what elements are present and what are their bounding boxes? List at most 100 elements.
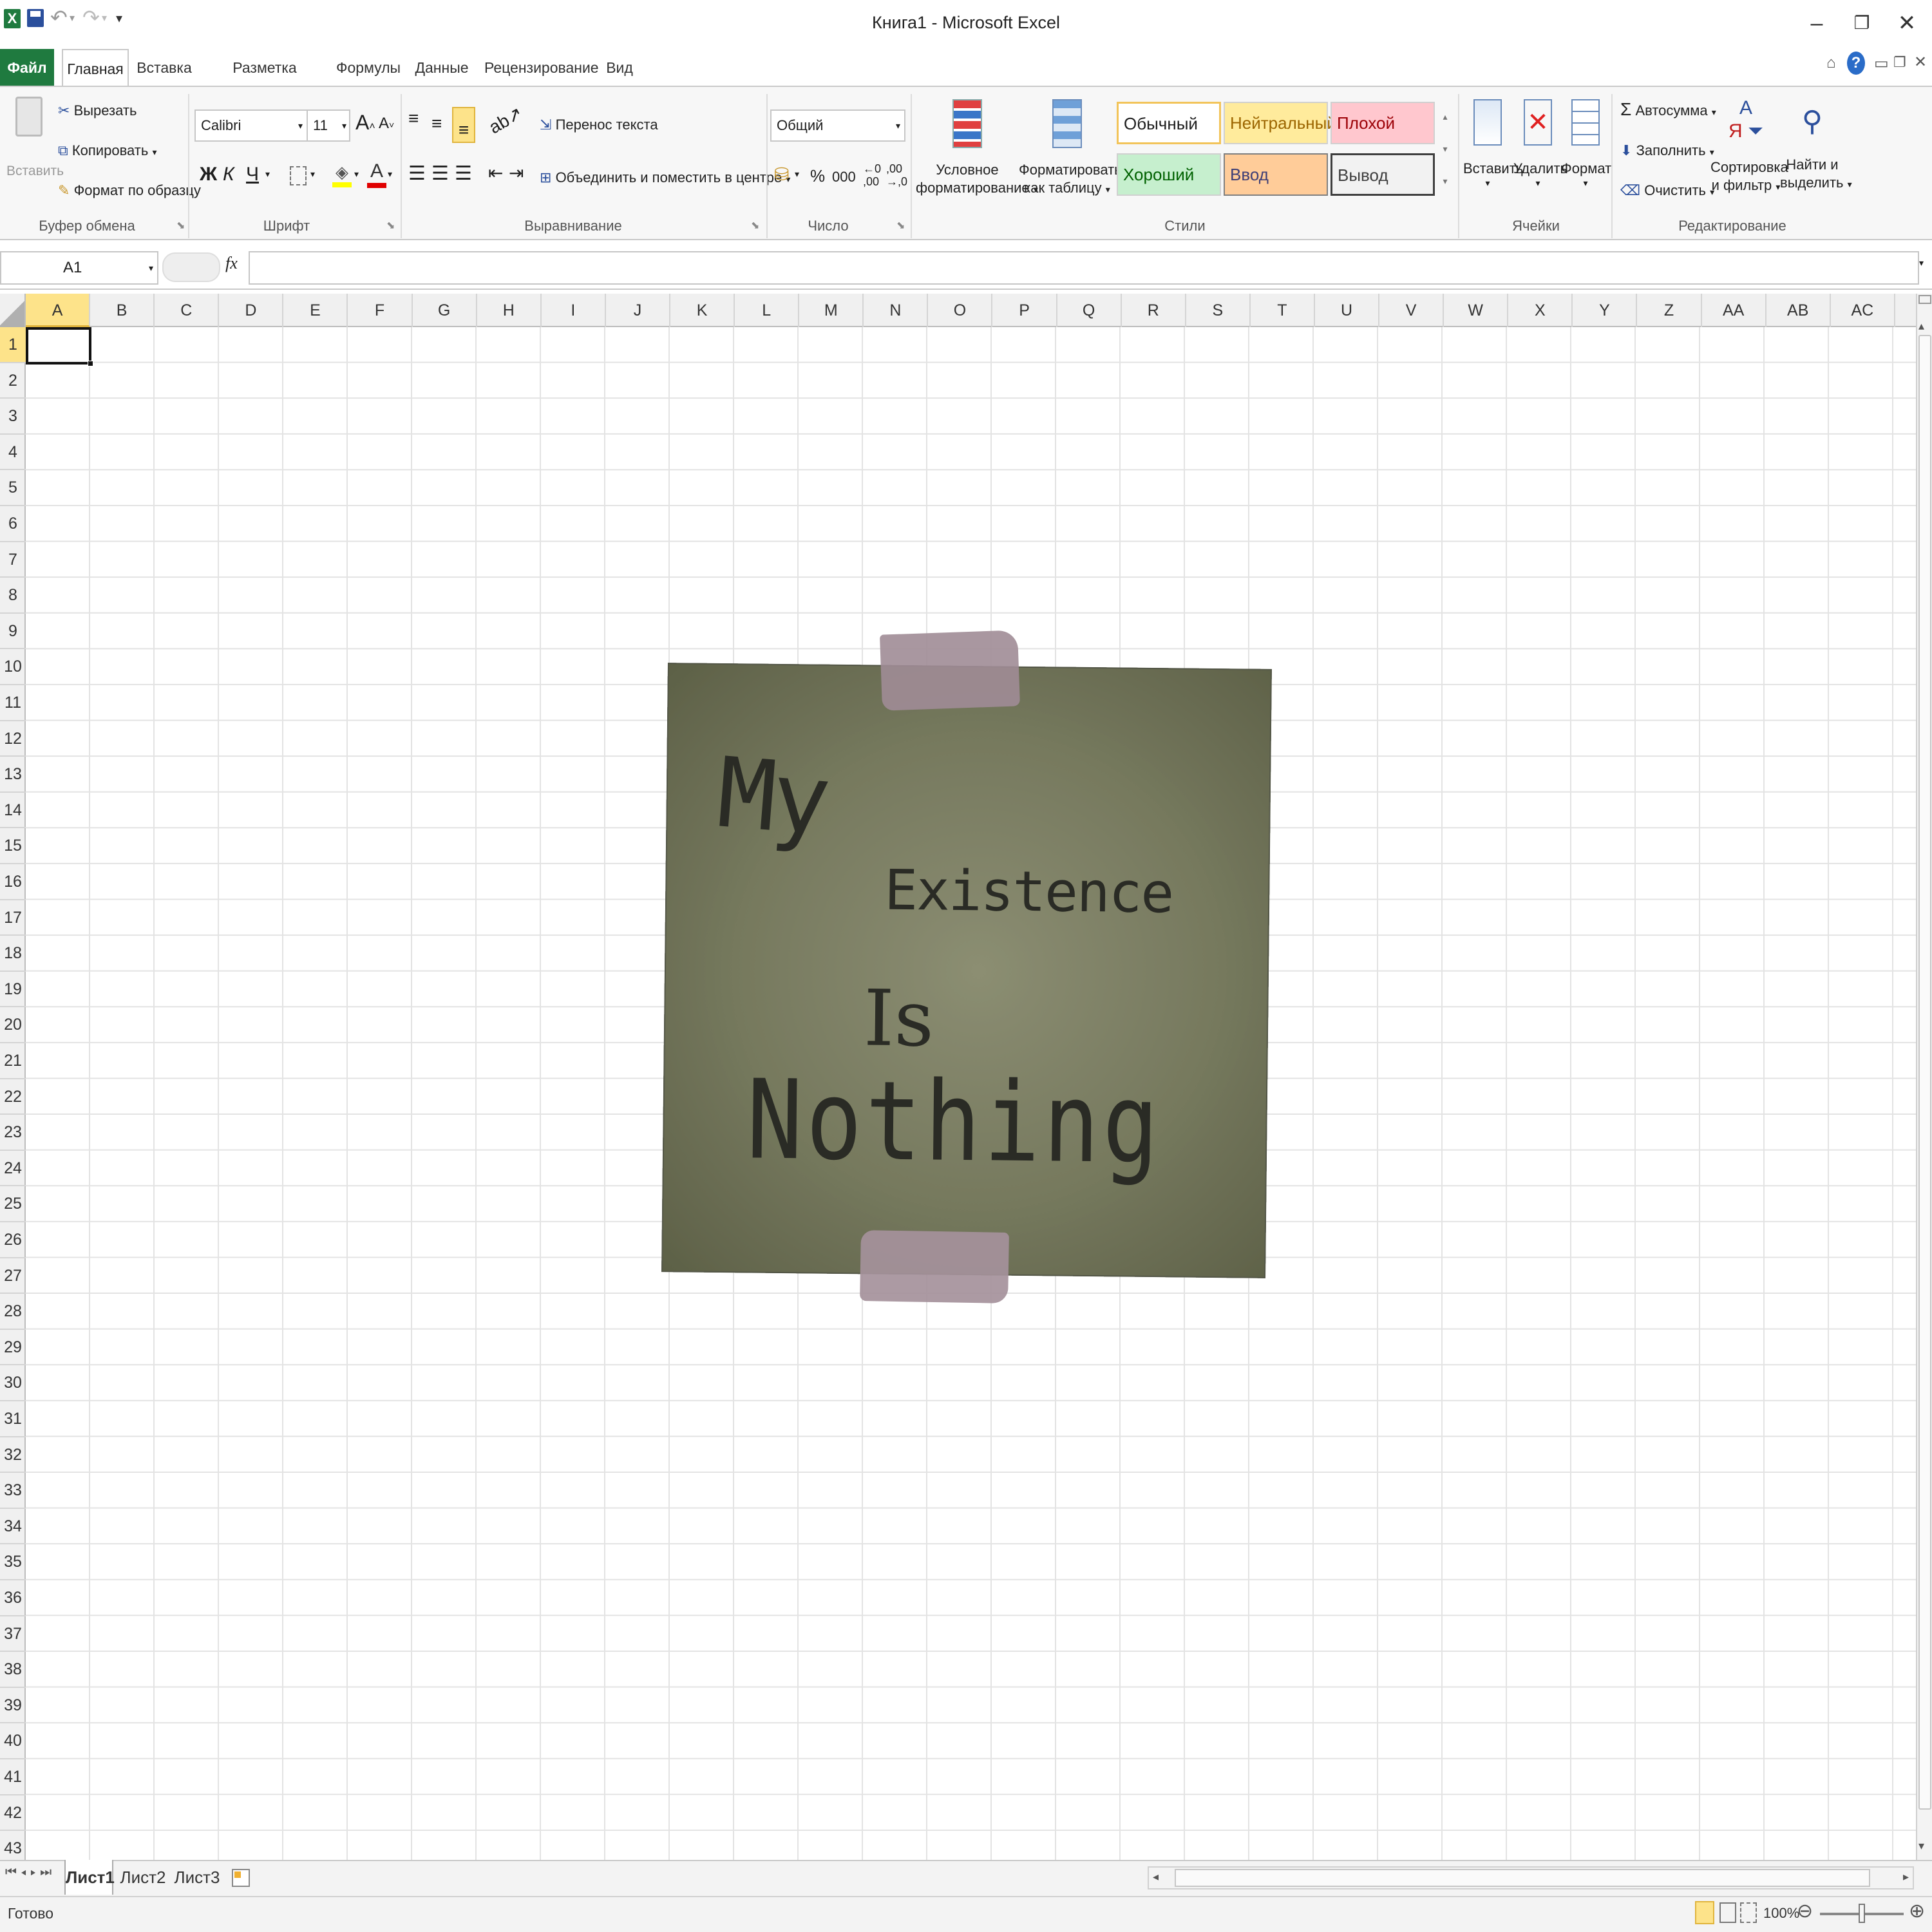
style-input[interactable]: Ввод <box>1224 153 1328 196</box>
row-header-15[interactable]: 15 <box>0 828 26 864</box>
doc-restore-icon[interactable]: ❐ <box>1893 54 1906 71</box>
column-header-j[interactable]: J <box>606 294 670 327</box>
row-header-7[interactable]: 7 <box>0 542 26 578</box>
zoom-level[interactable]: 100% <box>1763 1905 1799 1922</box>
row-header-10[interactable]: 10 <box>0 649 26 685</box>
tab-review[interactable]: Рецензирование <box>484 49 599 86</box>
row-header-25[interactable]: 25 <box>0 1186 26 1222</box>
column-header-h[interactable]: H <box>477 294 542 327</box>
row-header-17[interactable]: 17 <box>0 900 26 936</box>
wrap-text-button[interactable]: ⇲ Перенос текста <box>540 116 658 134</box>
clear-button[interactable]: ⌫ Очистить ▾ <box>1620 182 1714 201</box>
italic-button[interactable]: К <box>223 164 234 185</box>
currency-dropdown-icon[interactable]: ▾ <box>795 169 799 180</box>
column-header-m[interactable]: M <box>799 294 864 327</box>
column-header-r[interactable]: R <box>1122 294 1186 327</box>
row-header-41[interactable]: 41 <box>0 1759 26 1795</box>
column-header-z[interactable]: Z <box>1638 294 1702 327</box>
column-header-y[interactable]: Y <box>1573 294 1638 327</box>
row-header-30[interactable]: 30 <box>0 1365 26 1401</box>
row-header-11[interactable]: 11 <box>0 685 26 721</box>
format-painter-button[interactable]: ✎ Формат по образцу <box>58 182 201 200</box>
column-header-b[interactable]: B <box>90 294 155 327</box>
row-header-38[interactable]: 38 <box>0 1652 26 1688</box>
tab-data[interactable]: Данные <box>411 49 473 86</box>
column-header-k[interactable]: K <box>670 294 735 327</box>
row-header-40[interactable]: 40 <box>0 1723 26 1759</box>
horizontal-scrollbar[interactable]: ◂ ▸ <box>1148 1866 1914 1889</box>
font-color-dropdown-icon[interactable]: ▾ <box>388 169 392 180</box>
row-header-21[interactable]: 21 <box>0 1043 26 1079</box>
underline-button[interactable]: Ч <box>246 164 259 185</box>
fill-handle[interactable] <box>88 361 93 366</box>
styles-gallery-scroll[interactable]: ▴ ▾ ▾ <box>1439 100 1452 197</box>
column-header-n[interactable]: N <box>864 294 929 327</box>
autosum-button[interactable]: Σ Автосумма ▾ <box>1620 100 1716 121</box>
alignment-launcher-icon[interactable]: ⬊ <box>751 219 759 232</box>
row-header-5[interactable]: 5 <box>0 470 26 506</box>
row-header-14[interactable]: 14 <box>0 793 26 829</box>
minimize-icon[interactable]: – <box>1801 9 1833 37</box>
column-header-f[interactable]: F <box>348 294 413 327</box>
paste-button[interactable]: Вставить <box>6 97 64 206</box>
column-header-q[interactable]: Q <box>1057 294 1122 327</box>
fill-color-icon[interactable]: ◈ <box>332 162 352 189</box>
find-select-button[interactable]: ⚲ Найти и выделить ▾ <box>1780 97 1852 213</box>
column-header-t[interactable]: T <box>1251 294 1315 327</box>
row-header-1[interactable]: 1 <box>0 327 26 363</box>
row-header-22[interactable]: 22 <box>0 1079 26 1115</box>
row-header-9[interactable]: 9 <box>0 614 26 650</box>
doc-minimize-icon[interactable]: ▭ <box>1874 54 1889 73</box>
row-header-13[interactable]: 13 <box>0 757 26 793</box>
row-header-16[interactable]: 16 <box>0 864 26 900</box>
select-all-corner[interactable] <box>0 294 26 327</box>
column-header-e[interactable]: E <box>283 294 348 327</box>
sort-filter-button[interactable]: АЯ ⏷ Сортировка и фильтр ▾ <box>1710 97 1788 213</box>
active-cell-a1[interactable] <box>26 327 91 365</box>
tab-view[interactable]: Вид <box>599 49 640 86</box>
decrease-indent-icon[interactable]: ⇤ <box>488 162 503 184</box>
row-header-8[interactable]: 8 <box>0 578 26 614</box>
row-header-24[interactable]: 24 <box>0 1151 26 1187</box>
column-header-g[interactable]: G <box>413 294 477 327</box>
column-header-s[interactable]: S <box>1186 294 1251 327</box>
insert-sheet-icon[interactable] <box>232 1869 250 1887</box>
sheet-tab-3[interactable]: Лист3 <box>173 1860 222 1895</box>
fill-color-dropdown-icon[interactable]: ▾ <box>354 169 359 180</box>
row-header-28[interactable]: 28 <box>0 1294 26 1330</box>
column-header-aa[interactable]: AA <box>1702 294 1766 327</box>
column-header-x[interactable]: X <box>1508 294 1573 327</box>
row-header-31[interactable]: 31 <box>0 1401 26 1437</box>
tab-home[interactable]: Главная <box>62 49 129 86</box>
font-launcher-icon[interactable]: ⬊ <box>386 219 395 232</box>
currency-icon[interactable]: ⛁ <box>774 164 789 185</box>
row-header-12[interactable]: 12 <box>0 721 26 757</box>
number-format-combo[interactable]: Общий ▾ <box>770 109 905 142</box>
row-header-2[interactable]: 2 <box>0 363 26 399</box>
page-layout-view-icon[interactable] <box>1719 1902 1736 1923</box>
scroll-right-icon[interactable]: ▸ <box>1903 1870 1909 1884</box>
row-header-27[interactable]: 27 <box>0 1258 26 1294</box>
font-color-icon[interactable]: A <box>367 160 386 189</box>
row-header-18[interactable]: 18 <box>0 936 26 972</box>
zoom-slider-thumb[interactable] <box>1859 1904 1865 1923</box>
tab-formulas[interactable]: Формулы <box>336 49 401 86</box>
vertical-scrollbar[interactable]: ▴ ▾ <box>1916 294 1932 1860</box>
shrink-font-icon[interactable]: A˅ <box>379 115 394 133</box>
align-left-icon[interactable]: ☰ <box>408 162 426 185</box>
row-header-32[interactable]: 32 <box>0 1437 26 1473</box>
style-normal[interactable]: Обычный <box>1117 102 1221 144</box>
zoom-in-icon[interactable]: ⊕ <box>1909 1900 1925 1922</box>
doc-close-icon[interactable]: ✕ <box>1914 53 1927 71</box>
percent-button[interactable]: % <box>810 166 825 186</box>
minimize-ribbon-icon[interactable]: ⌂ <box>1826 54 1836 72</box>
column-header-v[interactable]: V <box>1379 294 1444 327</box>
scroll-down-icon[interactable]: ▾ <box>1918 1839 1924 1853</box>
split-box[interactable] <box>1918 295 1931 304</box>
help-icon[interactable]: ? <box>1847 52 1865 75</box>
copy-button[interactable]: ⧉ Копировать ▾ <box>58 142 156 161</box>
row-header-36[interactable]: 36 <box>0 1580 26 1616</box>
tab-insert[interactable]: Вставка <box>135 49 193 86</box>
sheet-tab-2[interactable]: Лист2 <box>118 1860 167 1895</box>
formula-bar-splitter[interactable] <box>162 252 220 282</box>
